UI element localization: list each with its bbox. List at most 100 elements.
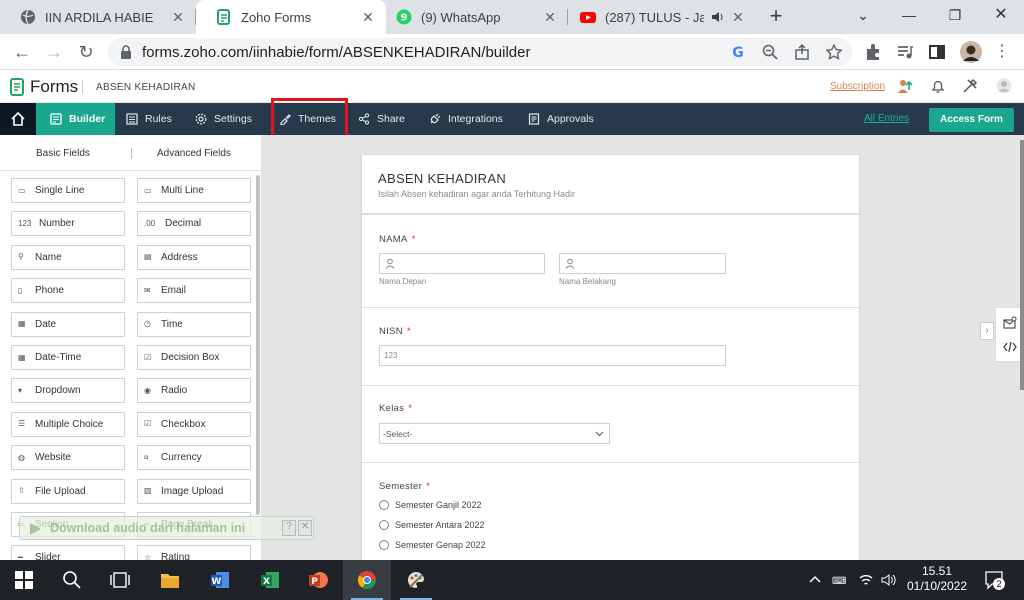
close-tab-icon[interactable]: ✕ — [542, 9, 558, 26]
task-view-button[interactable] — [96, 560, 144, 600]
field-image-upload[interactable]: ▨ Image Upload — [137, 478, 251, 504]
word-button[interactable]: W — [196, 560, 244, 600]
field-name[interactable]: ⚲ Name — [11, 244, 125, 270]
tab-advanced-fields[interactable]: Advanced Fields — [157, 148, 231, 159]
nama-belakang-input[interactable] — [559, 253, 726, 274]
close-tab-icon[interactable]: ✕ — [360, 9, 376, 26]
nisn-input[interactable]: 123 — [379, 345, 726, 366]
field-slider[interactable]: ━ Slider — [11, 545, 125, 560]
notification-bell-icon[interactable] — [930, 78, 946, 94]
mail-settings-icon[interactable] — [1003, 316, 1017, 330]
field-rating[interactable]: ☆ Rating — [137, 545, 251, 560]
chrome-menu-icon[interactable]: ⋮ — [990, 40, 1014, 64]
side-panel-icon[interactable] — [928, 43, 946, 61]
close-icon[interactable]: ✕ — [298, 520, 312, 536]
form-description[interactable]: Isilah Absen kehadiran agar anda Terhitu… — [378, 189, 575, 199]
field-radio[interactable]: ◉ Radio — [137, 378, 251, 404]
bookmark-star-icon[interactable] — [826, 44, 842, 60]
search-button[interactable] — [48, 560, 96, 600]
nav-approvals[interactable]: Approvals — [528, 103, 594, 135]
forward-button[interactable]: → — [42, 40, 66, 64]
kelas-label[interactable]: Kelas * — [379, 403, 412, 414]
semester-label[interactable]: Semester * — [379, 481, 430, 492]
browser-tab-youtube[interactable]: (287) TULUS - Jatuh ✕ — [568, 0, 756, 34]
form-title[interactable]: ABSEN KEHADIRAN — [378, 171, 506, 186]
extensions-puzzle-icon[interactable] — [864, 43, 882, 61]
close-tab-icon[interactable]: ✕ — [730, 9, 746, 26]
chrome-button[interactable] — [343, 560, 391, 600]
speaker-icon[interactable] — [710, 10, 724, 24]
nav-settings[interactable]: Settings — [195, 103, 252, 135]
nama-label[interactable]: NAMA * — [379, 234, 416, 245]
restore-button[interactable]: ❐ — [932, 0, 978, 30]
google-icon[interactable]: G — [730, 44, 746, 60]
start-button[interactable] — [0, 560, 48, 600]
close-window-button[interactable]: ✕ — [978, 0, 1024, 30]
volume-icon[interactable] — [881, 572, 897, 588]
notification-center-button[interactable]: 2 — [984, 570, 1005, 590]
browser-tab-zoho-forms[interactable]: Zoho Forms ✕ — [196, 0, 386, 34]
field-currency[interactable]: ¤ Currency — [137, 445, 251, 471]
field-decision-box[interactable]: ☑ Decision Box — [137, 345, 251, 370]
field-dropdown[interactable]: ▾ Dropdown — [11, 378, 125, 404]
page-scrollbar[interactable] — [1020, 140, 1024, 390]
nisn-label[interactable]: NISN * — [379, 326, 411, 337]
browser-tab-whatsapp[interactable]: 9 (9) WhatsApp ✕ — [386, 0, 568, 34]
upgrade-icon[interactable] — [897, 78, 913, 94]
tray-chevron-up-icon[interactable] — [809, 574, 821, 584]
wifi-icon[interactable] — [858, 572, 874, 588]
field-date-time[interactable]: ▦ Date-Time — [11, 345, 125, 370]
all-entries-link[interactable]: All Entries — [864, 113, 909, 124]
paint-button[interactable] — [392, 560, 440, 600]
user-avatar-icon[interactable] — [996, 78, 1012, 94]
field-address[interactable]: ▤ Address — [137, 244, 251, 270]
new-tab-button[interactable]: + — [762, 5, 790, 29]
zoom-icon[interactable] — [762, 44, 778, 60]
field-phone[interactable]: ▯ Phone — [11, 278, 125, 304]
semester-option-ganjil[interactable]: Semester Ganjil 2022 — [379, 500, 482, 510]
tab-basic-fields[interactable]: Basic Fields — [36, 148, 90, 159]
field-email[interactable]: ✉ Email — [137, 278, 251, 304]
browser-tab-iin[interactable]: IIN ARDILA HABIE ✕ — [0, 0, 196, 34]
download-audio-bar[interactable]: Download audio dari halaman ini ? ✕ — [19, 516, 314, 540]
excel-button[interactable]: X — [246, 560, 294, 600]
field-website[interactable]: ◍ Website — [11, 445, 125, 471]
field-multiple-choice[interactable]: ☰ Multiple Choice — [11, 411, 125, 437]
file-explorer-button[interactable] — [146, 560, 194, 600]
nav-rules[interactable]: Rules — [126, 103, 172, 135]
field-date[interactable]: ▦ Date — [11, 311, 125, 337]
minimize-button[interactable]: — — [886, 0, 932, 30]
tab-search-chevron-icon[interactable]: ⌄ — [840, 0, 886, 30]
omnibox[interactable]: forms.zoho.com/iinhabie/form/ABSENKEHADI… — [108, 38, 852, 66]
radio-circle[interactable] — [379, 500, 389, 510]
field-time[interactable]: ◷ Time — [137, 311, 251, 337]
media-control-icon[interactable] — [896, 43, 914, 61]
nav-share[interactable]: Share — [358, 103, 405, 135]
close-tab-icon[interactable]: ✕ — [170, 9, 186, 26]
profile-avatar[interactable] — [960, 41, 982, 63]
help-icon[interactable]: ? — [282, 520, 296, 536]
semester-option-genap[interactable]: Semester Genap 2022 — [379, 540, 486, 550]
field-multi-line[interactable]: ▭ Multi Line — [137, 178, 251, 203]
keyboard-language-icon[interactable]: ⌨ — [832, 572, 848, 588]
semester-option-antara[interactable]: Semester Antara 2022 — [379, 520, 485, 530]
nav-builder[interactable]: Builder — [36, 103, 116, 135]
field-decimal[interactable]: .00 Decimal — [137, 211, 251, 237]
field-single-line[interactable]: ▭ Single Line — [11, 178, 125, 203]
system-clock[interactable]: 15.51 01/10/2022 — [902, 564, 972, 594]
expand-panel-chevron-icon[interactable]: › — [980, 322, 994, 340]
radio-circle[interactable] — [379, 520, 389, 530]
embed-code-icon[interactable] — [1003, 341, 1017, 353]
field-number[interactable]: 123 Number — [11, 211, 125, 237]
radio-circle[interactable] — [379, 540, 389, 550]
field-checkbox[interactable]: ☑ Checkbox — [137, 411, 251, 437]
back-button[interactable]: ← — [10, 40, 34, 64]
home-button[interactable] — [0, 103, 36, 135]
nav-integrations[interactable]: Integrations — [429, 103, 503, 135]
nama-depan-input[interactable] — [379, 253, 545, 274]
field-file-upload[interactable]: ⇧ File Upload — [11, 478, 125, 504]
access-form-button[interactable]: Access Form — [929, 108, 1014, 132]
subscription-link[interactable]: Subscription — [830, 81, 885, 92]
kelas-dropdown[interactable]: -Select- — [379, 423, 610, 444]
tools-icon[interactable] — [962, 78, 978, 94]
